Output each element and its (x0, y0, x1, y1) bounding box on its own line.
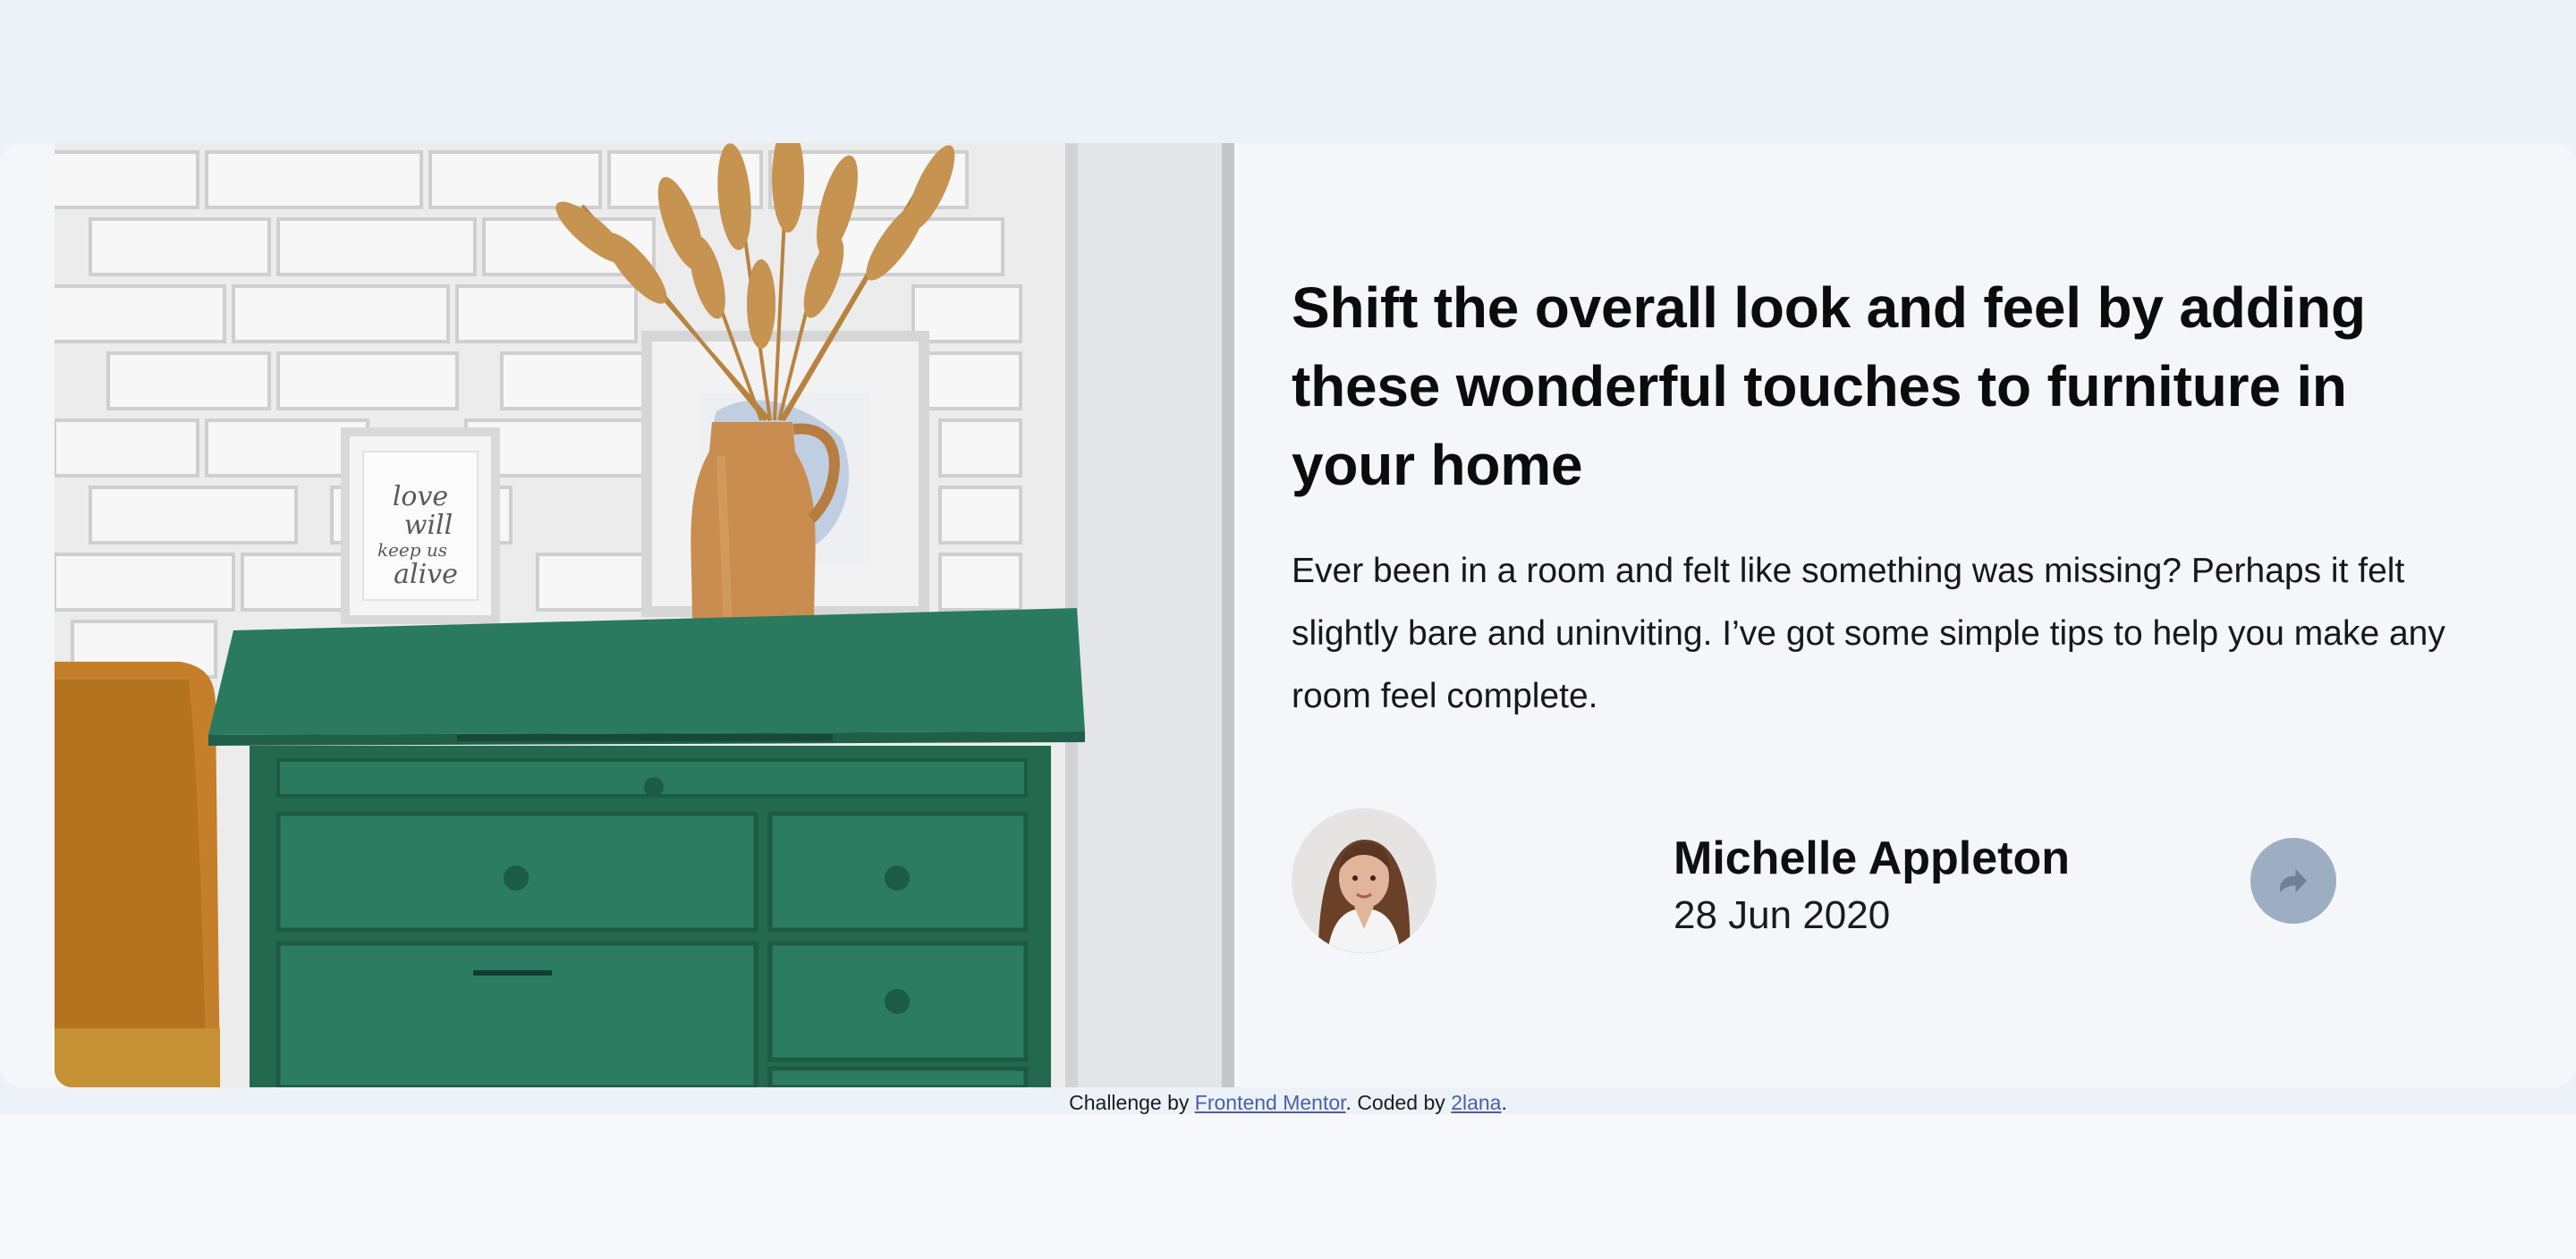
svg-text:will: will (404, 510, 453, 541)
article-excerpt: Ever been in a room and felt like someth… (1292, 552, 2445, 715)
share-arrow-icon (2280, 869, 2307, 892)
author-avatar (1292, 808, 1436, 953)
publish-date: 28 Jun 2020 (1674, 893, 1891, 937)
svg-text:love: love (393, 481, 448, 512)
author-link[interactable]: 2lana (1451, 1091, 1501, 1114)
svg-text:alive: alive (394, 559, 458, 590)
author-row: Michelle Appleton 28 Jun 2020 (1292, 808, 2454, 955)
attribution-suffix: . (1501, 1091, 1507, 1114)
svg-text:keep us: keep us (377, 539, 447, 561)
article-content: Shift the overall look and feel by addin… (1292, 143, 2508, 1087)
share-button[interactable] (2250, 838, 2336, 924)
author-name: Michelle Appleton (1674, 832, 2070, 884)
hero-image-drawers: love will keep us alive (55, 143, 1234, 1087)
article-headline: Shift the overall look and feel by addin… (1292, 275, 2366, 497)
attribution-prefix: Challenge by (1069, 1091, 1195, 1114)
attribution-footer: Challenge by Frontend Mentor. Coded by 2… (0, 1087, 2576, 1114)
attribution-middle: . Coded by (1345, 1091, 1452, 1114)
article-card: love will keep us alive Shift the overal… (0, 143, 2576, 1087)
frontend-mentor-link[interactable]: Frontend Mentor (1195, 1091, 1346, 1114)
